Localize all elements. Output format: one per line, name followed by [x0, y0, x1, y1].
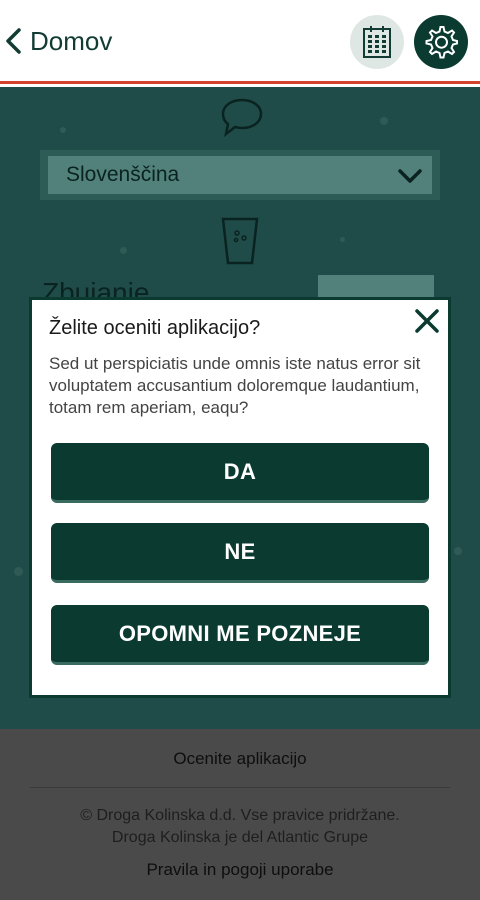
dialog-body: Sed ut perspiciatis unde omnis iste natu…: [49, 354, 421, 417]
gear-icon: [425, 26, 458, 59]
bubble-decoration: [14, 567, 23, 576]
copyright-subtext: Droga Kolinska je del Atlantic Grupe: [111, 829, 369, 846]
settings-button[interactable]: [414, 15, 468, 69]
bubble-decoration: [454, 547, 462, 555]
footer: Ocenite aplikacijo © Droga Kolinska d.d.…: [0, 729, 480, 900]
rate-app-link[interactable]: Ocenite aplikacijo: [0, 749, 480, 769]
chevron-down-icon: [398, 169, 422, 183]
language-select-box: Slovenščina: [48, 156, 432, 194]
calendar-button[interactable]: [350, 15, 404, 69]
back-button[interactable]: Domov: [4, 20, 112, 62]
bubble-decoration: [380, 117, 388, 125]
dialog-title: Želite oceniti aplikacijo?: [49, 317, 261, 339]
no-button[interactable]: NE: [51, 523, 429, 583]
copyright-text: © Droga Kolinska d.d. Vse pravice pridrž…: [80, 807, 400, 824]
bubble-decoration: [340, 237, 345, 242]
terms-link[interactable]: Pravila in pogoji uporabe: [0, 860, 480, 880]
back-label: Domov: [30, 25, 113, 56]
language-select-value: Slovenščina: [66, 163, 180, 186]
yes-button[interactable]: DA: [51, 443, 429, 503]
language-select[interactable]: Slovenščina: [40, 150, 440, 200]
close-button[interactable]: [412, 306, 442, 336]
glass-icon: [221, 217, 259, 265]
remind-later-button[interactable]: OPOMNI ME POZNEJE: [51, 605, 429, 665]
close-icon: [415, 309, 439, 333]
speech-bubble-icon: [221, 98, 263, 137]
calendar-icon: [363, 26, 391, 58]
rate-app-dialog: Želite oceniti aplikacijo? Sed ut perspi…: [29, 297, 451, 698]
bubble-decoration: [120, 247, 127, 254]
chevron-left-icon: [6, 28, 21, 54]
bubble-decoration: [60, 127, 66, 133]
app-header: Domov: [0, 0, 480, 84]
footer-divider: [30, 787, 450, 788]
